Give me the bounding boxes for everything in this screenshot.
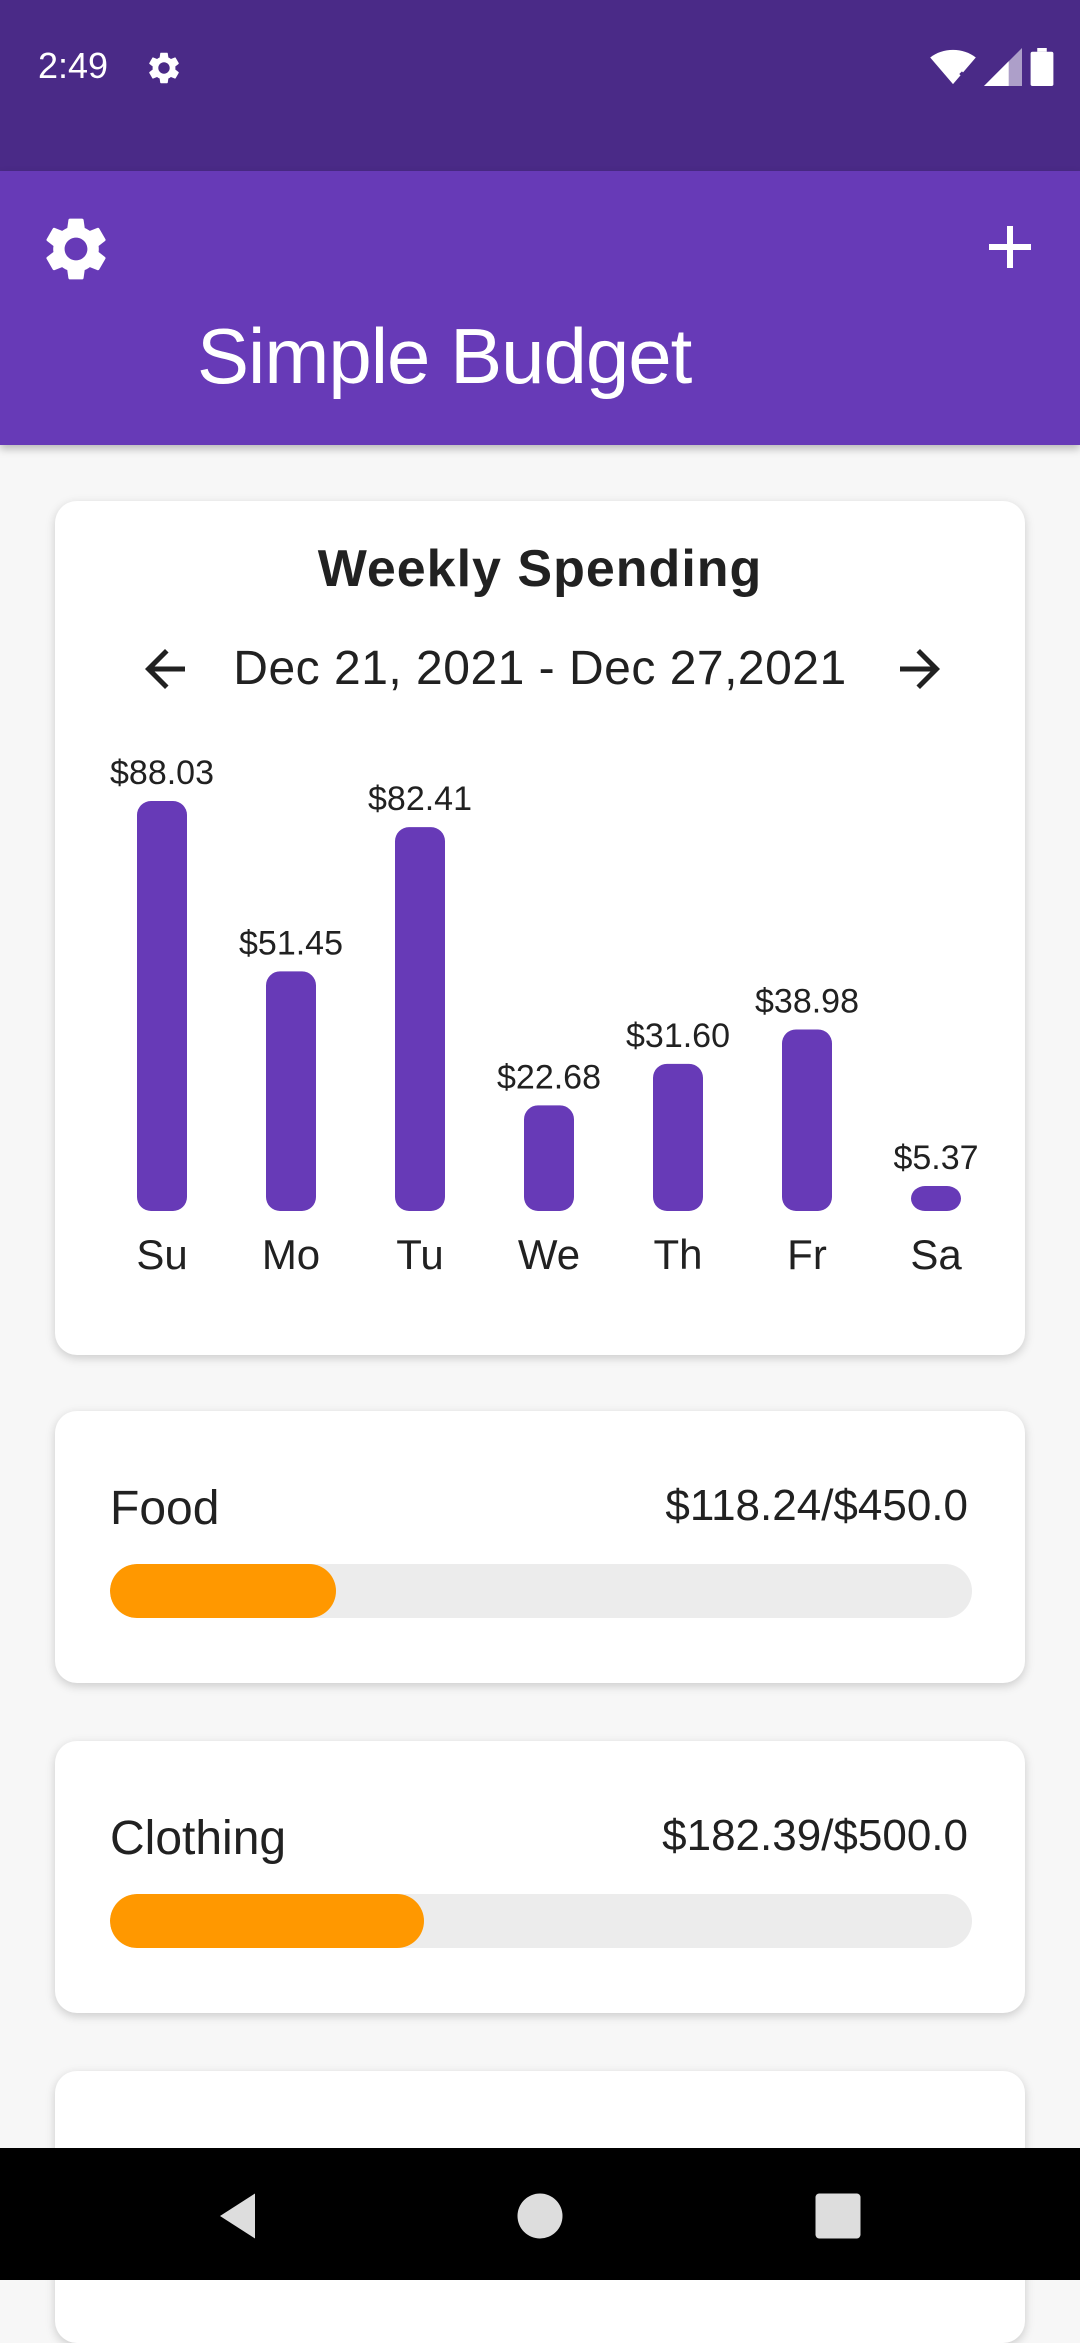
- app-title: Simple Budget: [197, 312, 692, 400]
- budget-card-food[interactable]: Food $118.24/$450.0: [55, 1411, 1025, 1683]
- system-nav-bar: [0, 2148, 1080, 2280]
- budget-card-clothing[interactable]: Clothing $182.39/$500.0: [55, 1741, 1025, 2013]
- settings-button[interactable]: [38, 211, 114, 287]
- bar-value-label: $82.41: [368, 780, 472, 818]
- budget-amount: $182.39/$500.0: [662, 1811, 968, 1860]
- arrow-right-icon[interactable]: [890, 639, 950, 699]
- wifi-icon: [930, 49, 976, 85]
- status-time: 2:49: [38, 45, 109, 86]
- bar-mo: [266, 971, 316, 1211]
- week-range: Dec 21, 2021 - Dec 27,2021: [233, 642, 847, 695]
- gear-icon: [149, 52, 179, 84]
- signal-icon: [984, 48, 1022, 86]
- bar-value-label: $5.37: [893, 1139, 978, 1177]
- category-label: Fr: [787, 1231, 827, 1278]
- budget-name: Food: [110, 1482, 220, 1535]
- bar-value-label: $38.98: [755, 982, 859, 1020]
- bar-value-label: $88.03: [110, 754, 214, 792]
- chart-title: Weekly Spending: [317, 540, 763, 598]
- recents-icon[interactable]: [808, 2186, 868, 2246]
- bar-th: [653, 1063, 703, 1211]
- weekly-spending-card: Weekly Spending Dec 21, 2021 - Dec 27,20…: [55, 501, 1025, 1355]
- add-button[interactable]: [974, 211, 1046, 283]
- bar-sa: [911, 1185, 961, 1211]
- budget-progress-fill: [110, 1894, 425, 1948]
- bar-value-label: $51.45: [239, 924, 343, 962]
- budget-progress-track: [110, 1894, 972, 1948]
- bar-su: [137, 801, 187, 1211]
- status-bar: 2:49: [0, 0, 1080, 171]
- category-label: Tu: [396, 1231, 443, 1278]
- status-icons: [930, 48, 1054, 86]
- home-icon[interactable]: [510, 2186, 570, 2246]
- budget-amount: $118.24/$450.0: [665, 1481, 968, 1530]
- category-label: Th: [653, 1231, 702, 1278]
- bar-fr: [782, 1029, 832, 1211]
- category-label: Su: [136, 1231, 187, 1278]
- category-label: Mo: [262, 1231, 320, 1278]
- bar-we: [524, 1105, 574, 1211]
- bar-value-label: $22.68: [497, 1058, 601, 1096]
- app-bar: Simple Budget: [0, 171, 1080, 445]
- bar-value-label: $31.60: [626, 1017, 730, 1055]
- battery-icon: [1030, 48, 1054, 86]
- bar-tu: [395, 827, 445, 1211]
- weekly-bar-chart: $88.03 Su $51.45 Mo $82.41 Tu $22.68 We $31.60 Th…: [110, 754, 979, 1278]
- budget-progress-fill: [110, 1564, 337, 1618]
- category-label: We: [518, 1231, 580, 1278]
- back-icon[interactable]: [210, 2186, 270, 2246]
- budget-progress-track: [110, 1564, 972, 1618]
- category-label: Sa: [910, 1231, 962, 1278]
- week-navigator: Dec 21, 2021 - Dec 27,2021: [55, 631, 1025, 711]
- budget-name: Clothing: [110, 1812, 287, 1865]
